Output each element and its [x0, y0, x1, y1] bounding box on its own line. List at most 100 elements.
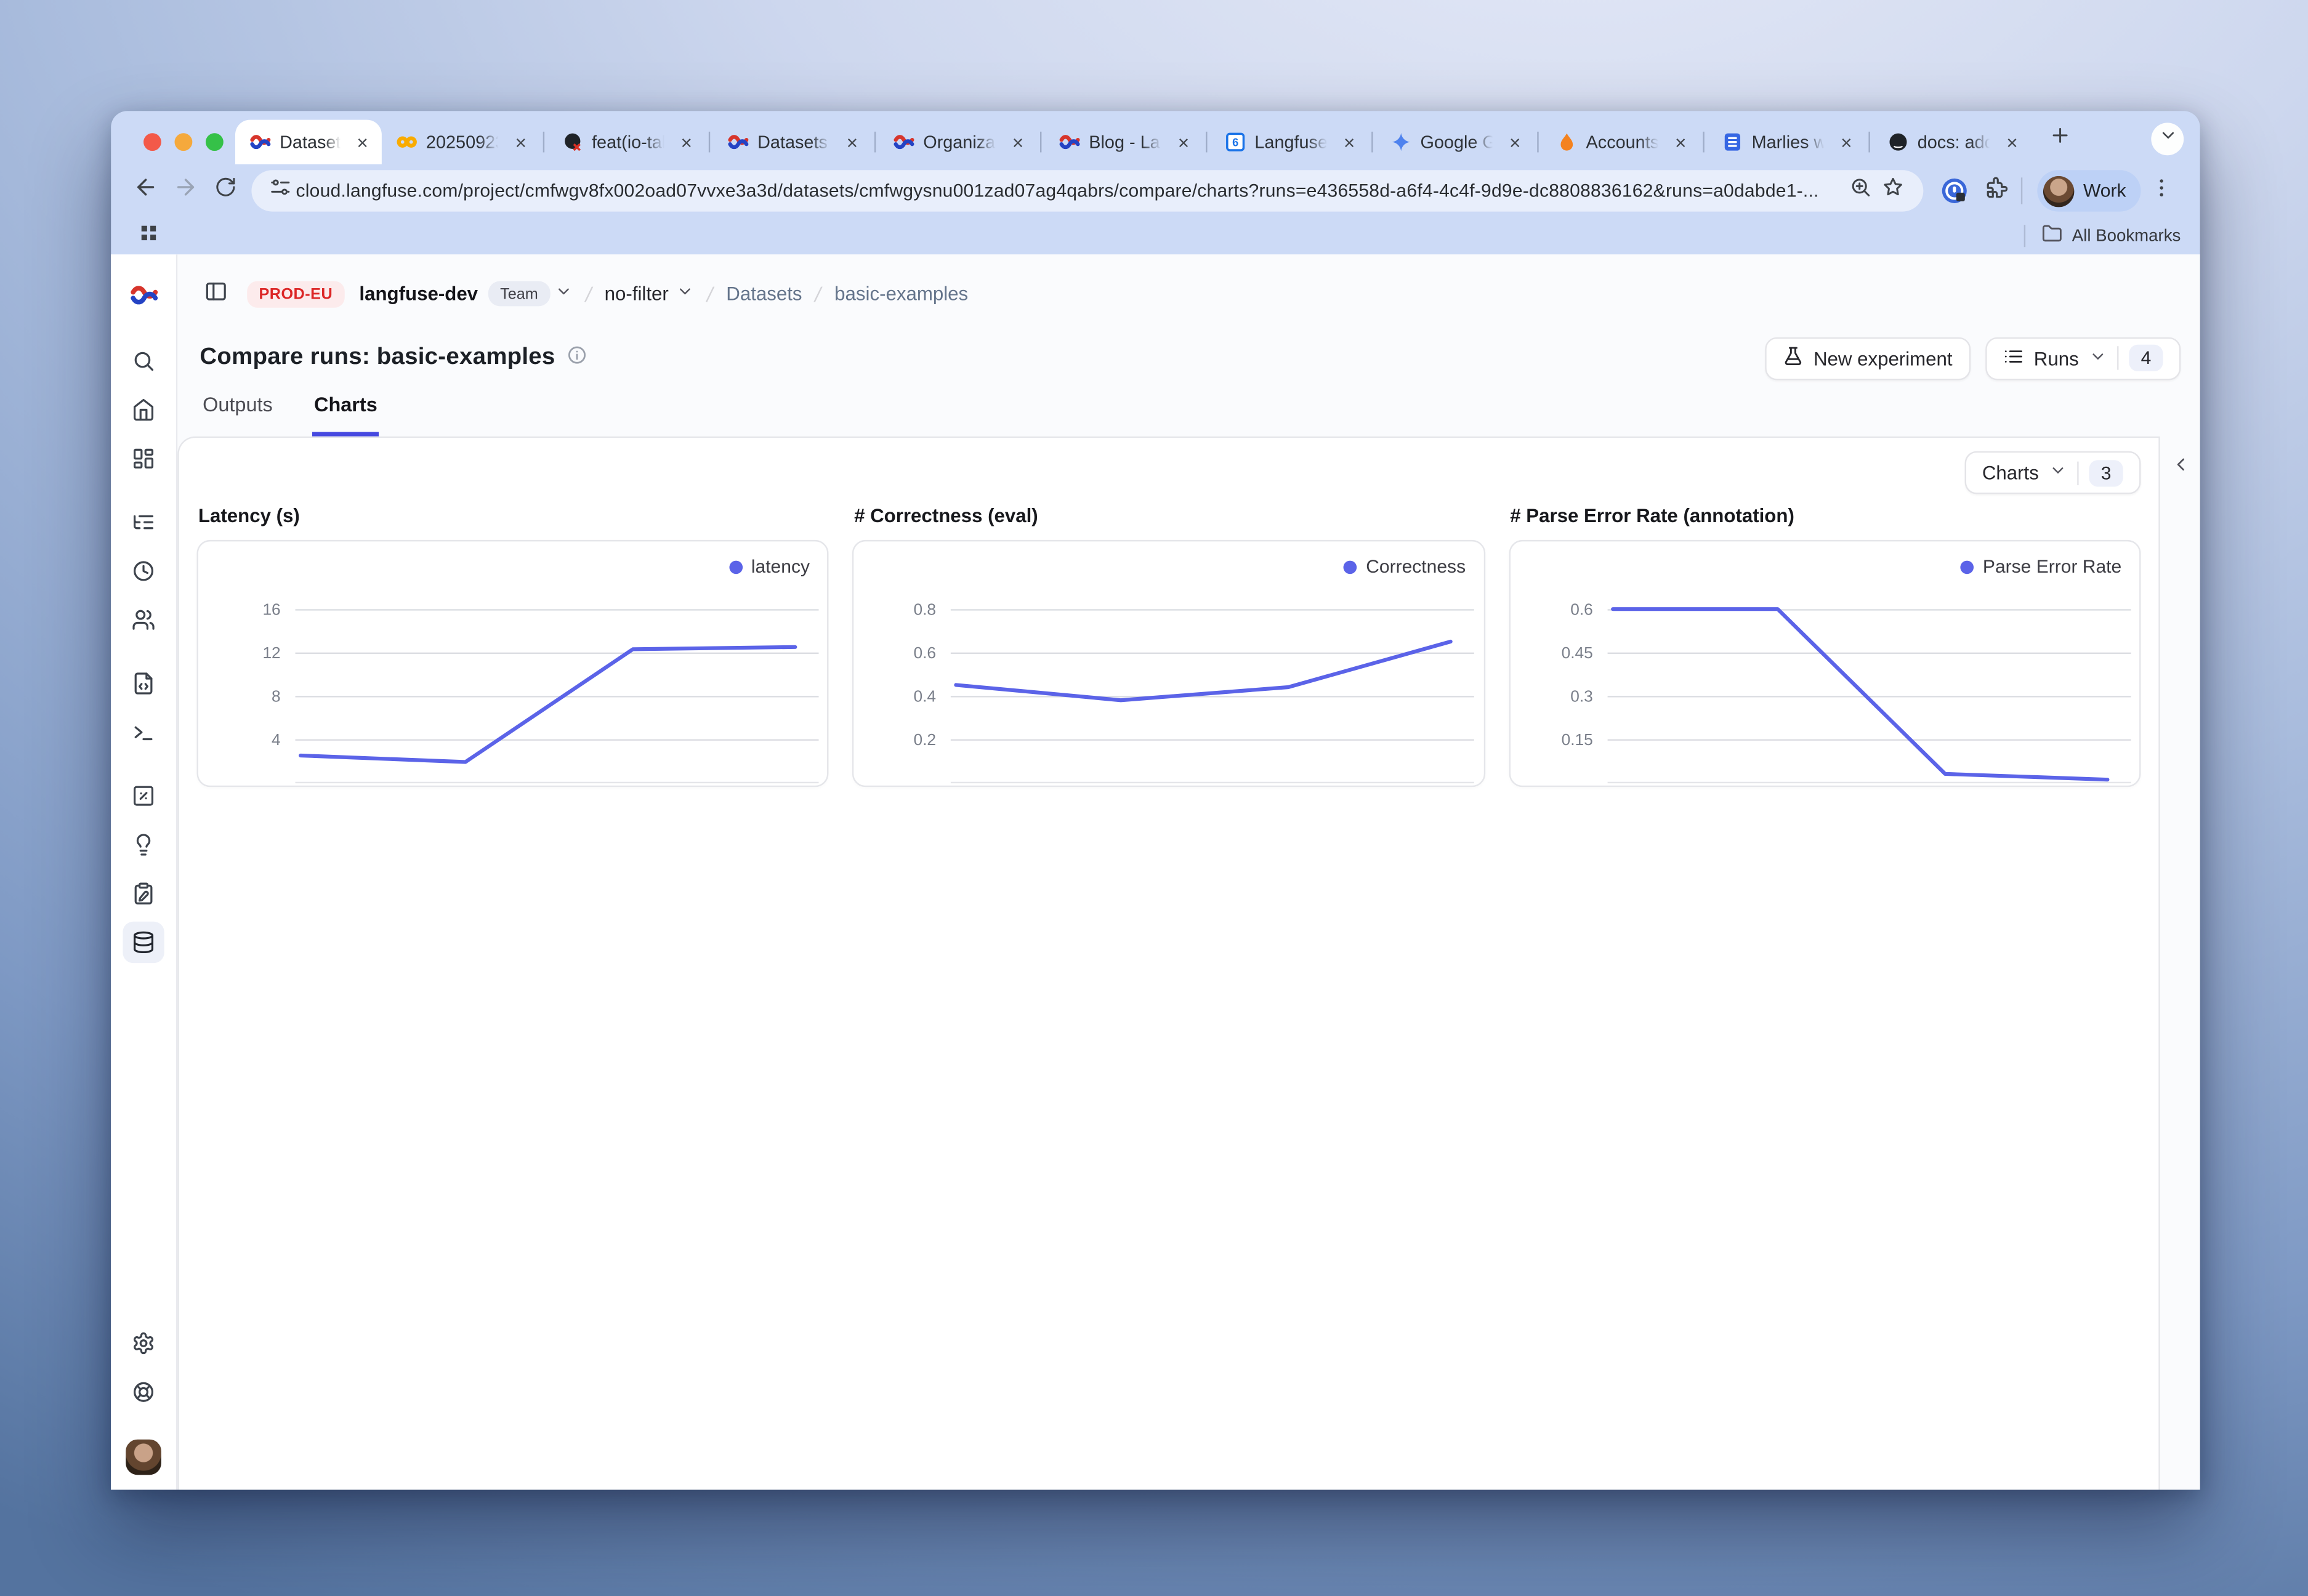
new-tab-button[interactable] — [2040, 120, 2078, 158]
browser-tab-strip: Datasets | L×20250923×feat(io-tab×Datase… — [111, 111, 2200, 164]
browser-profile-chip[interactable]: Work — [2037, 170, 2141, 211]
search-icon[interactable] — [123, 341, 164, 382]
correctness-chart-card[interactable]: 0.80.60.40.2 Correctness — [853, 540, 1485, 787]
browser-window: Datasets | L×20250923×feat(io-tab×Datase… — [111, 111, 2200, 1489]
window-controls — [143, 133, 224, 151]
browser-tab[interactable]: docs: add × — [1873, 120, 2032, 164]
insights-icon[interactable] — [123, 824, 164, 865]
breadcrumb: PROD-EU langfuse-dev Team / no-filter / … — [198, 273, 2179, 313]
parse-error-rate-chart-card[interactable]: 0.60.450.30.15 Parse Error Rate — [1509, 540, 2141, 787]
url-bar[interactable]: cloud.langfuse.com/project/cmfwgv8fx002o… — [251, 170, 1923, 211]
support-icon[interactable] — [123, 1371, 164, 1413]
bookmarks-divider — [2024, 225, 2025, 247]
runs-chevron-icon — [2089, 347, 2107, 369]
tab-close-button[interactable]: × — [1503, 130, 1527, 153]
sidebar-toggle-icon[interactable] — [198, 276, 234, 312]
tab-separator — [1703, 132, 1704, 153]
tab-close-button[interactable]: × — [2000, 130, 2024, 153]
browser-tab[interactable]: Google Ge× — [1376, 120, 1534, 164]
latency-line-chart: 161284 — [198, 541, 828, 785]
tab-close-button[interactable]: × — [1338, 130, 1361, 153]
user-avatar[interactable] — [126, 1440, 161, 1475]
org-switcher-chevron-icon[interactable] — [554, 283, 572, 305]
browser-tab[interactable]: Datasets | L× — [235, 120, 382, 164]
project-name[interactable]: no-filter — [605, 283, 669, 305]
svg-text:0.2: 0.2 — [914, 730, 937, 749]
tab-outputs[interactable]: Outputs — [201, 390, 274, 436]
breadcrumb-datasets-link[interactable]: Datasets — [726, 283, 802, 305]
breadcrumb-separator: / — [704, 282, 716, 305]
tab-title: feat(io-tab — [592, 132, 666, 153]
latency-chart-card[interactable]: 161284 latency — [197, 540, 829, 787]
collapse-chevron-icon[interactable] — [2169, 454, 2190, 483]
org-name[interactable]: langfuse-dev — [359, 283, 478, 305]
reload-button[interactable] — [206, 171, 246, 211]
sessions-icon[interactable] — [123, 550, 164, 592]
browser-tab[interactable]: 20250923× — [382, 120, 540, 164]
bookmark-star-icon[interactable] — [1876, 175, 1909, 208]
browser-menu-button[interactable] — [2141, 171, 2181, 211]
github-favicon-icon — [1888, 132, 1909, 153]
close-window-button[interactable] — [143, 133, 161, 151]
chart-title: # Parse Error Rate (annotation) — [1510, 504, 2141, 526]
home-icon[interactable] — [123, 389, 164, 430]
runs-count-badge: 4 — [2129, 345, 2163, 371]
tab-close-button[interactable]: × — [675, 130, 698, 153]
langfuse-app: PROD-EU langfuse-dev Team / no-filter / … — [111, 254, 2200, 1489]
zoom-page-icon[interactable] — [1844, 175, 1876, 208]
browser-tab[interactable]: Organizatio× — [879, 120, 1037, 164]
tracing-icon[interactable] — [123, 501, 164, 542]
info-icon[interactable] — [567, 344, 588, 373]
site-settings-icon[interactable] — [264, 175, 296, 208]
tab-close-button[interactable]: × — [1172, 130, 1195, 153]
sidebar-rail — [111, 254, 177, 1489]
tab-separator — [874, 132, 876, 153]
browser-tab[interactable]: feat(io-tab × — [547, 120, 706, 164]
breadcrumb-dataset-name[interactable]: basic-examples — [834, 283, 968, 305]
tab-close-button[interactable]: × — [1834, 130, 1858, 153]
browser-tab[interactable]: Datasets | L× — [713, 120, 871, 164]
legend-dot-icon — [729, 560, 743, 573]
tab-close-button[interactable]: × — [350, 130, 374, 153]
settings-icon[interactable] — [123, 1323, 164, 1364]
annotation-queues-icon[interactable] — [123, 873, 164, 914]
tab-separator — [1868, 132, 1870, 153]
back-button[interactable] — [126, 171, 166, 211]
tab-separator — [709, 132, 710, 153]
datasets-icon[interactable] — [123, 922, 164, 963]
prompts-icon[interactable] — [123, 663, 164, 704]
forward-button[interactable] — [166, 171, 206, 211]
github-x-favicon-icon — [562, 132, 583, 153]
playground-icon[interactable] — [123, 712, 164, 753]
charts-chevron-icon — [2049, 462, 2067, 484]
browser-tab[interactable]: 6Langfuse -× — [1210, 120, 1368, 164]
project-switcher-chevron-icon[interactable] — [676, 283, 694, 305]
tab-close-button[interactable]: × — [1669, 130, 1692, 153]
password-manager-extension-icon[interactable] — [1940, 176, 1969, 206]
minimize-window-button[interactable] — [175, 133, 193, 151]
tab-search-button[interactable] — [2151, 123, 2184, 155]
tab-charts[interactable]: Charts — [313, 390, 379, 436]
all-bookmarks-label[interactable]: All Bookmarks — [2072, 227, 2181, 245]
evaluation-icon[interactable] — [123, 775, 164, 816]
runs-button[interactable]: Runs 4 — [1985, 337, 2181, 380]
fullscreen-window-button[interactable] — [206, 133, 224, 151]
users-icon[interactable] — [123, 599, 164, 640]
orangeapp-favicon-icon — [1556, 132, 1577, 153]
browser-tab[interactable]: Blog - Lang× — [1044, 120, 1203, 164]
tab-close-button[interactable]: × — [841, 130, 864, 153]
new-experiment-button[interactable]: New experiment — [1765, 337, 1971, 380]
apps-grid-icon[interactable] — [132, 220, 164, 252]
browser-tab[interactable]: Marlies we× — [1708, 120, 1866, 164]
tab-title: docs: add — [1918, 132, 1991, 153]
extensions-puzzle-icon[interactable] — [1975, 171, 2015, 211]
correctness-chart-column: # Correctness (eval) 0.80.60.40.2 Correc… — [853, 504, 1485, 787]
tab-close-button[interactable]: × — [1006, 130, 1030, 153]
svg-text:16: 16 — [262, 600, 280, 619]
dashboards-icon[interactable] — [123, 438, 164, 479]
charts-selector-button[interactable]: Charts 3 — [1964, 451, 2141, 494]
tab-close-button[interactable]: × — [509, 130, 532, 153]
list-icon — [2003, 345, 2024, 371]
langfuse-logo-icon[interactable] — [129, 281, 158, 309]
browser-tab[interactable]: Accounts |× — [1541, 120, 1700, 164]
